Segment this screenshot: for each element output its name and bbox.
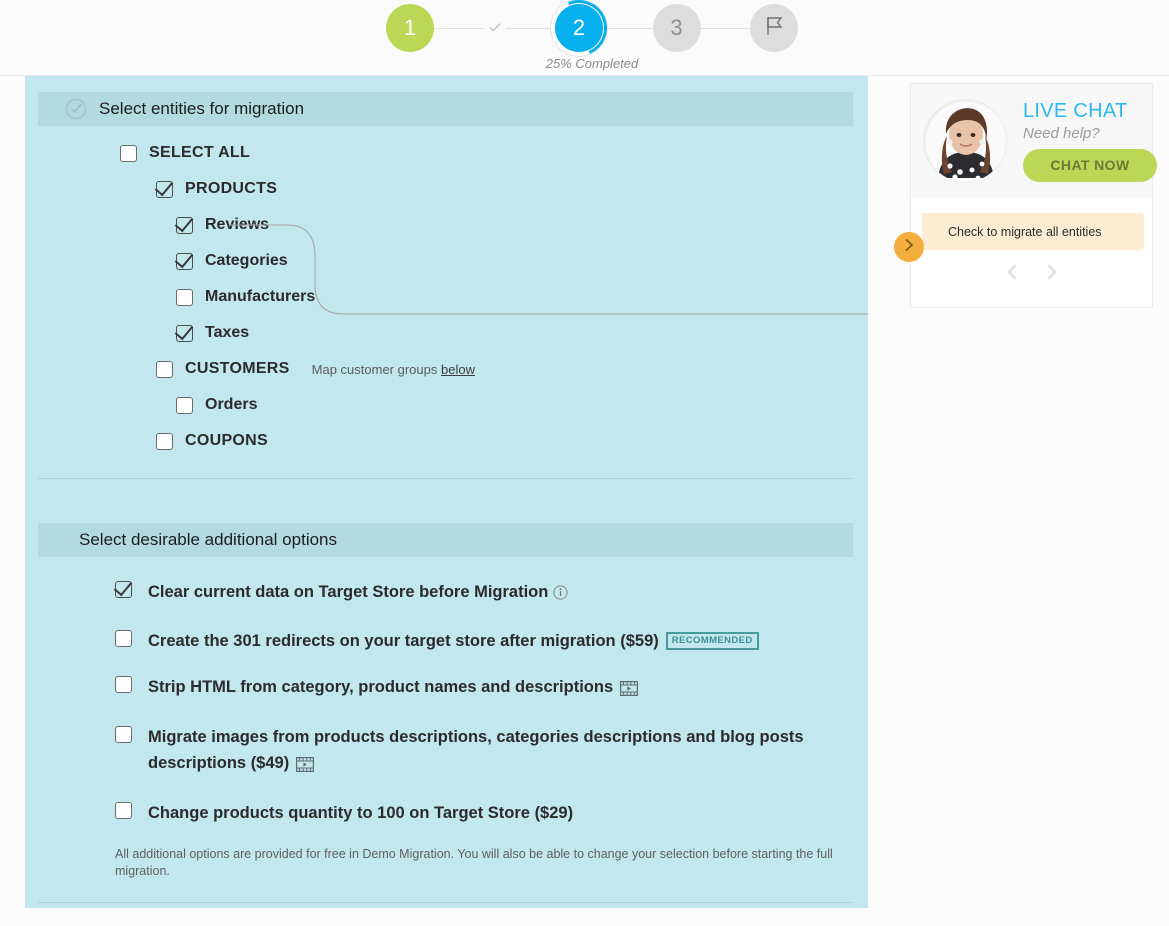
live-chat-text: LIVE CHAT Need help? CHAT NOW xyxy=(1023,100,1157,182)
step-1-label: 1 xyxy=(403,15,417,40)
chevron-right-icon xyxy=(901,237,917,258)
step-connector-2 xyxy=(505,27,555,29)
entity-row-customers[interactable]: CUSTOMERS Map customer groups below xyxy=(25,360,868,378)
avatar xyxy=(923,98,1007,183)
options-section-header: Select desirable additional options xyxy=(38,523,853,557)
flag-icon xyxy=(761,13,787,44)
checkbox-customers[interactable] xyxy=(156,360,173,378)
entities-section-title: Select entities for migration xyxy=(99,99,305,118)
option-label-301-redirects: Create the 301 redirects on your target … xyxy=(148,628,759,654)
customers-hint-link[interactable]: below xyxy=(441,362,475,377)
entity-label-manufacturers: Manufacturers xyxy=(205,288,316,305)
entity-label-coupons: COUPONS xyxy=(185,432,268,449)
step-3-label: 3 xyxy=(670,15,683,40)
step-2-progress-arc xyxy=(542,0,616,65)
checkbox-reviews[interactable] xyxy=(176,216,193,234)
checkbox-select-all[interactable] xyxy=(120,144,137,162)
entity-row-manufacturers[interactable]: Manufacturers xyxy=(25,288,868,306)
section-divider xyxy=(38,478,853,479)
step-1[interactable]: 1 xyxy=(386,4,434,52)
live-chat-widget: LIVE CHAT Need help? CHAT NOW xyxy=(911,84,1157,197)
entity-row-categories[interactable]: Categories xyxy=(25,252,868,270)
step-3[interactable]: 3 xyxy=(652,4,701,52)
circle-check-icon xyxy=(65,98,87,120)
tip-area: Check to migrate all entities xyxy=(911,197,1152,267)
entity-label-select-all: SELECT ALL xyxy=(149,144,251,161)
option-row-301-redirects[interactable]: Create the 301 redirects on your target … xyxy=(115,628,835,654)
entity-label-products: PRODUCTS xyxy=(185,180,278,197)
entity-label-orders: Orders xyxy=(205,396,258,413)
entity-row-coupons[interactable]: COUPONS xyxy=(25,432,868,450)
option-text-strip-html: Strip HTML from category, product names … xyxy=(148,678,614,696)
options-section-title: Select desirable additional options xyxy=(79,530,338,549)
entity-label-customers: CUSTOMERS xyxy=(185,360,290,377)
entity-label-taxes: Taxes xyxy=(205,324,250,341)
checkbox-orders[interactable] xyxy=(176,396,193,414)
step-connector-1 xyxy=(434,27,484,29)
checkbox-products[interactable] xyxy=(156,180,173,198)
option-row-strip-html[interactable]: Strip HTML from category, product names … xyxy=(115,674,835,704)
option-text-clear-data: Clear current data on Target Store befor… xyxy=(148,583,549,601)
option-row-change-quantity[interactable]: Change products quantity to 100 on Targe… xyxy=(115,800,835,826)
checkbox-categories[interactable] xyxy=(176,252,193,270)
info-icon[interactable] xyxy=(553,582,568,608)
entity-row-taxes[interactable]: Taxes xyxy=(25,324,868,342)
customers-hint: Map customer groups below xyxy=(312,362,475,377)
check-icon xyxy=(484,19,506,38)
checkbox-taxes[interactable] xyxy=(176,324,193,342)
progress-steps-bar: 1 2 3 25% Completed xyxy=(0,0,1169,76)
checkbox-clear-data[interactable] xyxy=(115,581,132,598)
entity-label-reviews: Reviews xyxy=(205,216,270,233)
video-icon[interactable] xyxy=(620,678,639,704)
options-note: All additional options are provided for … xyxy=(115,847,833,878)
checkbox-change-quantity[interactable] xyxy=(115,802,132,819)
option-row-clear-data[interactable]: Clear current data on Target Store befor… xyxy=(115,579,835,608)
tip-arrow-button[interactable] xyxy=(894,232,924,262)
migration-panel: Select entities for migration SELECT ALL… xyxy=(25,76,868,908)
support-sidebar: LIVE CHAT Need help? CHAT NOW Check to m… xyxy=(910,83,1157,308)
checkbox-coupons[interactable] xyxy=(156,432,173,450)
entity-row-orders[interactable]: Orders xyxy=(25,396,868,414)
option-row-migrate-images[interactable]: Migrate images from products description… xyxy=(115,724,835,780)
checkbox-strip-html[interactable] xyxy=(115,676,132,693)
entities-section-header: Select entities for migration xyxy=(38,92,853,126)
chat-now-button[interactable]: CHAT NOW xyxy=(1023,148,1157,182)
option-text-301-redirects: Create the 301 redirects on your target … xyxy=(148,632,659,650)
tip-message[interactable]: Check to migrate all entities xyxy=(922,213,1144,250)
step-2[interactable]: 2 xyxy=(542,0,616,65)
step-connector-4 xyxy=(700,27,750,29)
entity-row-products[interactable]: PRODUCTS xyxy=(25,180,868,198)
customers-hint-text: Map customer groups xyxy=(311,361,441,377)
step-connector-3 xyxy=(603,27,653,29)
completion-percentage: 25% Completed xyxy=(545,56,639,71)
entities-list: SELECT ALL PRODUCTS Reviews Categories M… xyxy=(25,144,868,507)
recommended-badge: RECOMMENDED xyxy=(665,632,759,650)
finish-step[interactable] xyxy=(750,4,798,52)
option-label-change-quantity: Change products quantity to 100 on Targe… xyxy=(148,804,574,822)
option-label-strip-html: Strip HTML from category, product names … xyxy=(148,674,639,704)
video-icon[interactable] xyxy=(296,754,315,780)
checkbox-301-redirects[interactable] xyxy=(115,630,132,647)
progress-steps: 1 2 3 xyxy=(386,0,798,65)
option-text-migrate-images: Migrate images from products description… xyxy=(148,728,804,772)
entity-row-select-all[interactable]: SELECT ALL xyxy=(25,144,868,162)
options-divider xyxy=(38,902,853,903)
options-list: Clear current data on Target Store befor… xyxy=(25,557,868,903)
live-chat-subtitle: Need help? xyxy=(1023,124,1100,142)
checkbox-migrate-images[interactable] xyxy=(115,726,132,743)
option-label-clear-data: Clear current data on Target Store befor… xyxy=(148,579,568,608)
checkbox-manufacturers[interactable] xyxy=(176,288,193,306)
entity-label-categories: Categories xyxy=(205,252,288,269)
live-chat-title: LIVE CHAT xyxy=(1023,99,1128,122)
option-label-migrate-images: Migrate images from products description… xyxy=(148,724,835,780)
entity-row-reviews[interactable]: Reviews xyxy=(25,216,868,234)
